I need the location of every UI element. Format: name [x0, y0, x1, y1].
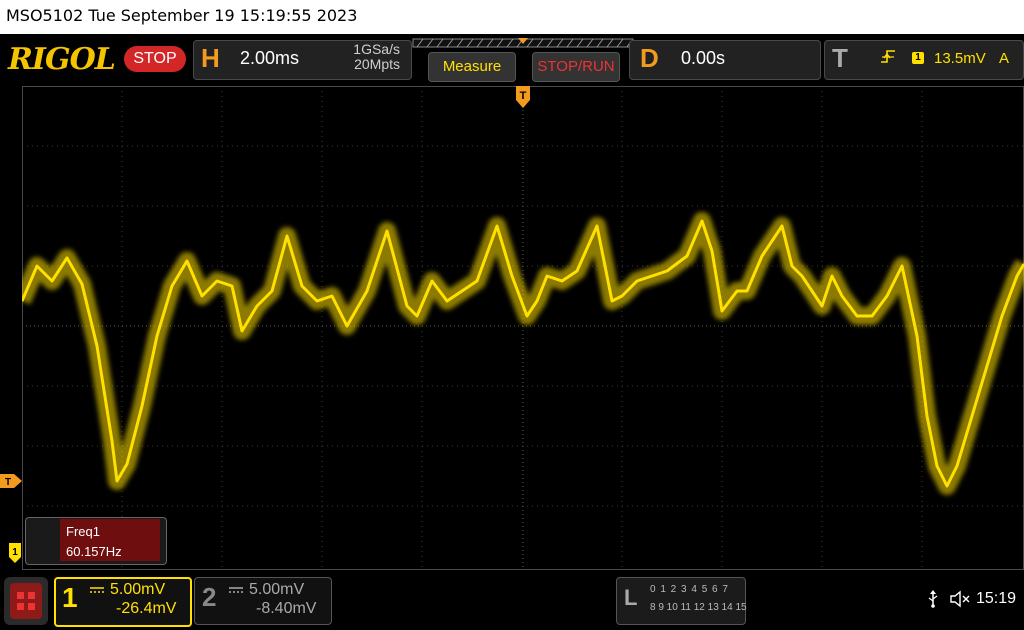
channel1-offset: -26.4mV — [116, 600, 177, 617]
dc-coupling-icon — [90, 587, 104, 593]
measurement-name: Freq1 — [66, 524, 100, 539]
trigger-mode: A — [999, 50, 1010, 67]
channel2-offset: -8.40mV — [256, 600, 317, 617]
horizontal-letter: H — [201, 43, 220, 73]
trigger-source-badge: 1 — [912, 52, 924, 64]
channel1-marker-label: 1 — [12, 547, 18, 558]
run-state-badge[interactable]: STOP — [124, 46, 186, 72]
trigger-level-label: T — [5, 477, 11, 488]
logic-analyzer-letter: L — [624, 585, 638, 610]
trigger-position-marker[interactable]: T — [516, 86, 530, 108]
title-text: MSO5102 Tue September 19 15:19:55 2023 — [6, 6, 358, 25]
measure-button[interactable]: Measure — [428, 52, 516, 82]
measurement-value: 60.157Hz — [66, 544, 122, 559]
graticule-center-axes — [22, 86, 1024, 570]
channel1-offset-marker[interactable]: 1 — [9, 543, 21, 563]
memory-timeline[interactable] — [412, 38, 634, 48]
dc-coupling-icon — [229, 587, 243, 593]
usb-icon — [928, 590, 938, 608]
menu-icon — [10, 583, 42, 619]
title-bar: MSO5102 Tue September 19 15:19:55 2023 — [0, 0, 1024, 34]
speaker-muted-icon[interactable] — [950, 590, 970, 608]
delay-letter: D — [640, 43, 659, 73]
trigger-rising-edge-icon — [881, 50, 895, 63]
channel1-scale: 5.00mV — [110, 581, 166, 598]
timebase-value: 2.00ms — [240, 48, 300, 68]
memory-depth: 20Mpts — [354, 56, 400, 72]
trigger-panel[interactable] — [824, 40, 1024, 80]
stop-run-button[interactable]: STOP/RUN — [532, 52, 620, 82]
logic-channels-row1: 0 1 2 3 4 5 6 7 — [650, 584, 729, 595]
sample-info: 1GSa/s 20Mpts — [340, 42, 400, 72]
channel2-scale: 5.00mV — [249, 581, 305, 598]
delay-value: 0.00s — [681, 48, 726, 68]
trigger-letter: T — [832, 43, 848, 73]
menu-button[interactable] — [4, 577, 48, 625]
channel1-number: 1 — [62, 582, 78, 613]
trigger-position-label: T — [520, 90, 527, 102]
trigger-level: 13.5mV — [934, 50, 986, 67]
waveform-display[interactable] — [22, 86, 1024, 570]
trigger-level-marker[interactable]: T — [0, 474, 22, 488]
clock: 15:19 — [976, 590, 1017, 607]
sample-rate: 1GSa/s — [353, 41, 400, 57]
logic-channels-row2: 8 9 10 11 12 13 14 15 — [650, 602, 747, 613]
rigol-logo: RIGOL — [8, 42, 116, 77]
channel2-number: 2 — [202, 582, 217, 612]
